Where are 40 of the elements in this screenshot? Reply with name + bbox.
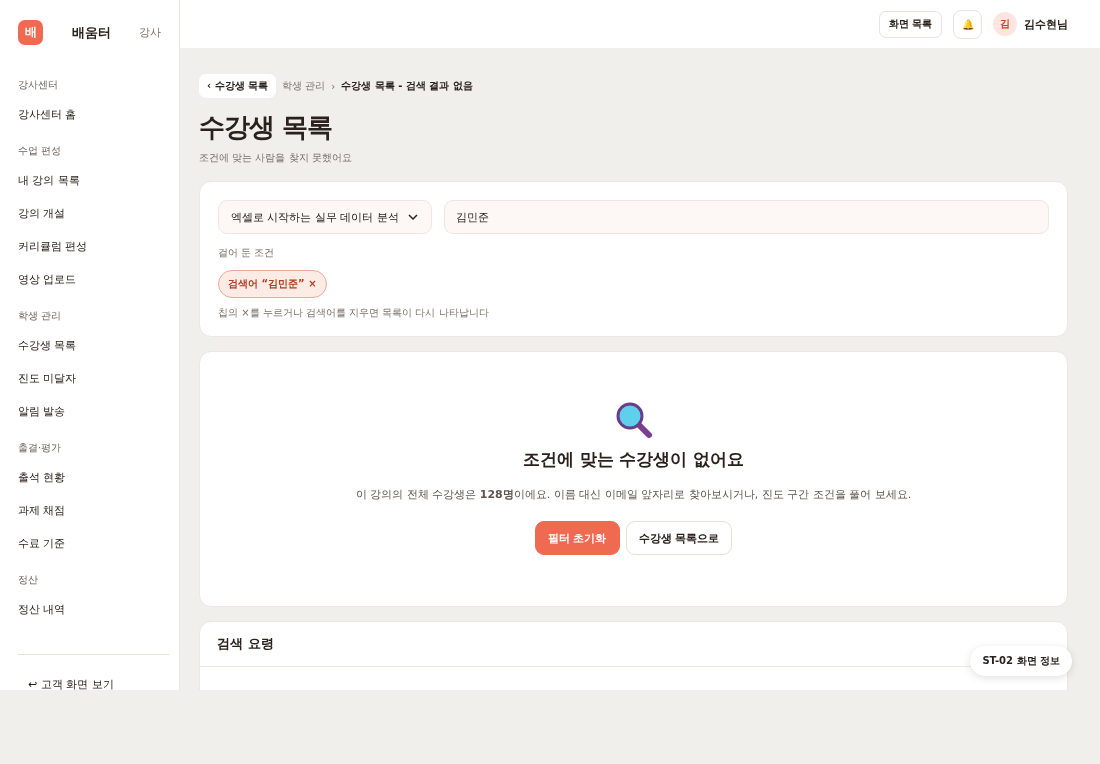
app-logo: 배 bbox=[18, 20, 43, 45]
nav-item[interactable]: 수강생 목록 bbox=[18, 329, 169, 362]
page-title: 수강생 목록 bbox=[199, 111, 334, 144]
screen-list-button[interactable]: 화면 목록 bbox=[878, 10, 942, 38]
screen-info-button[interactable]: ST-02 화면 정보 bbox=[970, 646, 1072, 676]
nav-item[interactable]: 강의 개설 bbox=[18, 197, 169, 230]
role-label: 강사 bbox=[139, 25, 161, 40]
filter-hint: 칩의 ×를 누르거나 검색어를 지우면 목록이 다시 나타납니다 bbox=[218, 306, 490, 320]
nav-group-title: 정산 bbox=[18, 574, 39, 586]
breadcrumb-separator: › bbox=[331, 80, 336, 92]
user-avatar: 김 bbox=[993, 12, 1017, 36]
nav-item[interactable]: 내 강의 목록 bbox=[18, 164, 169, 197]
customer-view-link[interactable]: ↩ 고객 화면 보기 bbox=[28, 678, 114, 690]
nav-item[interactable]: 커리큘럼 편성 bbox=[18, 230, 169, 263]
nav-group-title: 강사센터 bbox=[18, 79, 59, 91]
back-link[interactable]: ‹ 수강생 목록 bbox=[199, 74, 277, 98]
chevron-down-icon bbox=[407, 211, 419, 223]
page-subtitle: 조건에 맞는 사람을 찾지 못했어요 bbox=[199, 151, 353, 165]
back-to-list-button[interactable]: 수강생 목록으로 bbox=[625, 521, 733, 555]
nav-item[interactable]: 영상 업로드 bbox=[18, 263, 169, 296]
nav-item[interactable]: 출석 현황 bbox=[18, 461, 169, 494]
nav-item[interactable]: 과제 채점 bbox=[18, 494, 169, 527]
nav-group-title: 출결·평가 bbox=[18, 442, 63, 454]
empty-state-message: 이 강의의 전체 수강생은 128명이에요. 이름 대신 이메일 앞자리로 찾아보시거나, 진도 구간 조건을 풀어 보세요. bbox=[355, 487, 912, 502]
nav-group-title: 수업 편성 bbox=[18, 145, 63, 157]
brand-name: 배움터 bbox=[71, 23, 111, 42]
nav-group-title: 학생 관리 bbox=[18, 310, 63, 322]
nav-item[interactable]: 정산 내역 bbox=[18, 593, 169, 626]
course-select[interactable]: 엑셀로 시작하는 실무 데이터 분석 bbox=[218, 200, 432, 234]
breadcrumb-item[interactable]: 학생 관리 bbox=[282, 79, 326, 93]
applied-filters-label: 걸어 둔 조건 bbox=[218, 246, 276, 260]
nav-item[interactable]: 수료 기준 bbox=[18, 527, 169, 560]
nav-item[interactable]: 강사센터 홈 bbox=[18, 98, 169, 131]
breadcrumb-current: 수강생 목록 - 검색 결과 없음 bbox=[341, 79, 473, 93]
empty-state-title: 조건에 맞는 수강생이 없어요 bbox=[522, 448, 745, 471]
user-name: 김수현님 bbox=[1024, 16, 1068, 32]
filter-chip[interactable]: 검색어 “김민준” × bbox=[218, 270, 327, 298]
nav-item[interactable]: 진도 미달자 bbox=[18, 362, 169, 395]
search-field[interactable]: 김민준 bbox=[444, 200, 1049, 234]
nav-item[interactable]: 알림 발송 bbox=[18, 395, 169, 428]
